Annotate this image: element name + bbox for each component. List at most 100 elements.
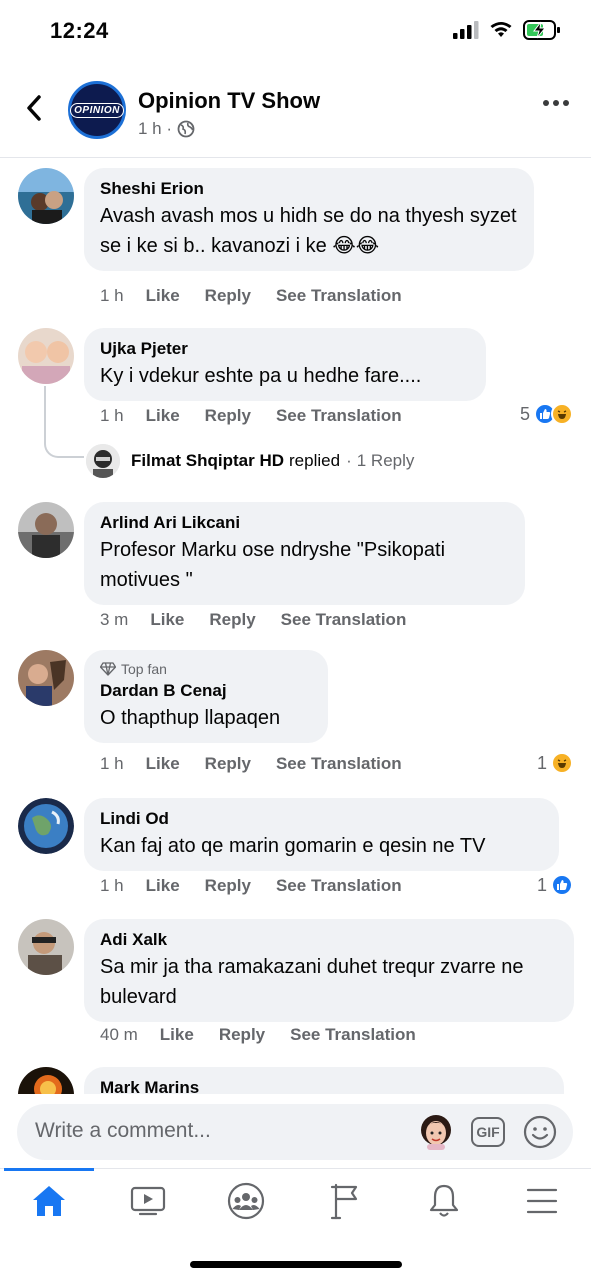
comments-list[interactable]: Sheshi Erion Avash avash mos u hidh se d… bbox=[0, 158, 591, 1094]
comment-author[interactable]: Ujka Pjeter bbox=[100, 337, 470, 361]
avatar[interactable] bbox=[18, 1067, 74, 1094]
haha-reaction-icon bbox=[551, 403, 573, 425]
reaction-count: 1 bbox=[536, 752, 547, 773]
more-options-button[interactable] bbox=[543, 100, 569, 106]
like-button[interactable]: Like bbox=[146, 754, 180, 774]
battery-charging-icon bbox=[523, 20, 560, 40]
like-button[interactable]: Like bbox=[146, 876, 180, 896]
comment-text: Ky i vdekur eshte pa u hedhe fare.... bbox=[100, 365, 422, 387]
comment-composer: Write a comment... GIF bbox=[0, 1094, 591, 1168]
post-time: 1 h · bbox=[138, 119, 173, 138]
chevron-left-icon bbox=[27, 95, 41, 121]
comment-time: 1 h bbox=[100, 876, 124, 895]
like-button[interactable]: Like bbox=[146, 286, 180, 306]
comment-bubble[interactable]: Adi Xalk Sa mir ja tha ramakazani duhet … bbox=[84, 919, 574, 1022]
comment-time: 1 h bbox=[100, 406, 124, 425]
dot-icon bbox=[563, 100, 569, 106]
comment-actions: 1 h Like Reply See Translation bbox=[100, 286, 427, 306]
comment-text: Kan faj ato qe marin gomarin e qesin ne … bbox=[100, 835, 486, 857]
comment-text: Sa mir ja tha ramakazani duhet trequr zv… bbox=[100, 956, 524, 1008]
status-icons bbox=[453, 20, 561, 40]
replies-preview[interactable]: Filmat Shqiptar HD replied · 1 Reply bbox=[86, 444, 414, 478]
avatar[interactable] bbox=[18, 502, 74, 558]
reply-verb: replied bbox=[289, 451, 341, 470]
comment-time: 40 m bbox=[100, 1025, 138, 1044]
page-name[interactable]: Opinion TV Show bbox=[138, 88, 320, 114]
avatar[interactable] bbox=[18, 798, 74, 854]
page-avatar-logo: OPINION bbox=[70, 102, 124, 118]
see-translation-button[interactable]: See Translation bbox=[276, 286, 402, 306]
top-fan-label: Top fan bbox=[121, 661, 167, 677]
comment-bubble[interactable]: Mark Marins bbox=[84, 1067, 564, 1094]
bottom-tab-bar bbox=[0, 1168, 591, 1236]
avatar-sticker-icon[interactable] bbox=[419, 1114, 453, 1150]
tab-watch[interactable] bbox=[124, 1181, 172, 1221]
see-translation-button[interactable]: See Translation bbox=[276, 754, 402, 774]
comment-actions: 3 m Like Reply See Translation bbox=[100, 610, 431, 630]
comment-time: 1 h bbox=[100, 286, 124, 305]
reply-button[interactable]: Reply bbox=[205, 876, 251, 896]
tab-groups[interactable] bbox=[222, 1181, 270, 1221]
comment-author[interactable]: Dardan B Cenaj bbox=[100, 679, 312, 703]
see-translation-button[interactable]: See Translation bbox=[276, 406, 402, 426]
haha-reaction-icon bbox=[551, 752, 573, 774]
reply-author: Filmat Shqiptar HD bbox=[131, 451, 285, 470]
signal-icon bbox=[453, 21, 479, 39]
dot-icon bbox=[553, 100, 559, 106]
wifi-icon bbox=[490, 22, 512, 37]
reply-button[interactable]: Reply bbox=[205, 286, 251, 306]
comment-author[interactable]: Lindi Od bbox=[100, 807, 543, 831]
tab-pages[interactable] bbox=[322, 1181, 370, 1221]
avatar[interactable] bbox=[18, 328, 74, 384]
avatar[interactable] bbox=[18, 168, 74, 224]
comment-bubble[interactable]: Arlind Ari Likcani Profesor Marku ose nd… bbox=[84, 502, 525, 605]
comment-bubble[interactable]: Sheshi Erion Avash avash mos u hidh se d… bbox=[84, 168, 534, 271]
post-header: OPINION Opinion TV Show 1 h · bbox=[0, 64, 591, 158]
comment-bubble[interactable]: Top fan Dardan B Cenaj O thapthup llapaq… bbox=[84, 650, 328, 743]
see-translation-button[interactable]: See Translation bbox=[276, 876, 402, 896]
comment-input[interactable]: Write a comment... GIF bbox=[17, 1104, 573, 1160]
comment-author[interactable]: Mark Marins bbox=[100, 1076, 548, 1094]
reaction-count: 1 bbox=[536, 874, 547, 895]
comment-bubble[interactable]: Lindi Od Kan faj ato qe marin gomarin e … bbox=[84, 798, 559, 871]
comment-author[interactable]: Adi Xalk bbox=[100, 928, 558, 952]
gif-icon[interactable]: GIF bbox=[471, 1117, 505, 1147]
home-indicator[interactable] bbox=[190, 1261, 402, 1268]
comment-input-placeholder: Write a comment... bbox=[35, 1119, 211, 1142]
comment-text: Profesor Marku ose ndryshe "Psikopati mo… bbox=[100, 539, 446, 591]
avatar[interactable] bbox=[18, 650, 74, 706]
comment-author[interactable]: Arlind Ari Likcani bbox=[100, 511, 509, 535]
like-button[interactable]: Like bbox=[146, 406, 180, 426]
like-button[interactable]: Like bbox=[150, 610, 184, 630]
comment-time: 1 h bbox=[100, 754, 124, 773]
tab-home[interactable] bbox=[25, 1181, 73, 1221]
emoji-icon[interactable] bbox=[523, 1115, 557, 1149]
video-icon bbox=[130, 1186, 166, 1216]
bell-icon bbox=[429, 1184, 459, 1217]
reply-button[interactable]: Reply bbox=[209, 610, 255, 630]
status-bar: 12:24 bbox=[0, 0, 591, 64]
tab-notifications[interactable] bbox=[420, 1181, 468, 1221]
comment-bubble[interactable]: Ujka Pjeter Ky i vdekur eshte pa u hedhe… bbox=[84, 328, 486, 401]
reaction-summary[interactable]: 1 bbox=[537, 752, 573, 774]
reaction-summary[interactable]: 1 bbox=[537, 874, 573, 896]
comment-author[interactable]: Sheshi Erion bbox=[100, 177, 518, 201]
tab-menu[interactable] bbox=[518, 1181, 566, 1221]
dot-icon bbox=[543, 100, 549, 106]
reply-button[interactable]: Reply bbox=[205, 754, 251, 774]
like-button[interactable]: Like bbox=[160, 1025, 194, 1045]
comment-text: Avash avash mos u hidh se do na thyesh s… bbox=[100, 205, 517, 257]
see-translation-button[interactable]: See Translation bbox=[290, 1025, 416, 1045]
menu-icon bbox=[526, 1188, 558, 1214]
avatar[interactable] bbox=[18, 919, 74, 975]
comment-actions: 40 m Like Reply See Translation bbox=[100, 1025, 441, 1045]
reply-button[interactable]: Reply bbox=[205, 406, 251, 426]
reaction-summary[interactable]: 5 bbox=[520, 403, 573, 425]
reply-button[interactable]: Reply bbox=[219, 1025, 265, 1045]
page-avatar[interactable]: OPINION bbox=[68, 81, 126, 139]
home-icon bbox=[33, 1186, 65, 1216]
like-reaction-icon bbox=[551, 874, 573, 896]
back-button[interactable] bbox=[20, 92, 48, 124]
comment-actions: 1 h Like Reply See Translation bbox=[100, 754, 427, 774]
see-translation-button[interactable]: See Translation bbox=[281, 610, 407, 630]
